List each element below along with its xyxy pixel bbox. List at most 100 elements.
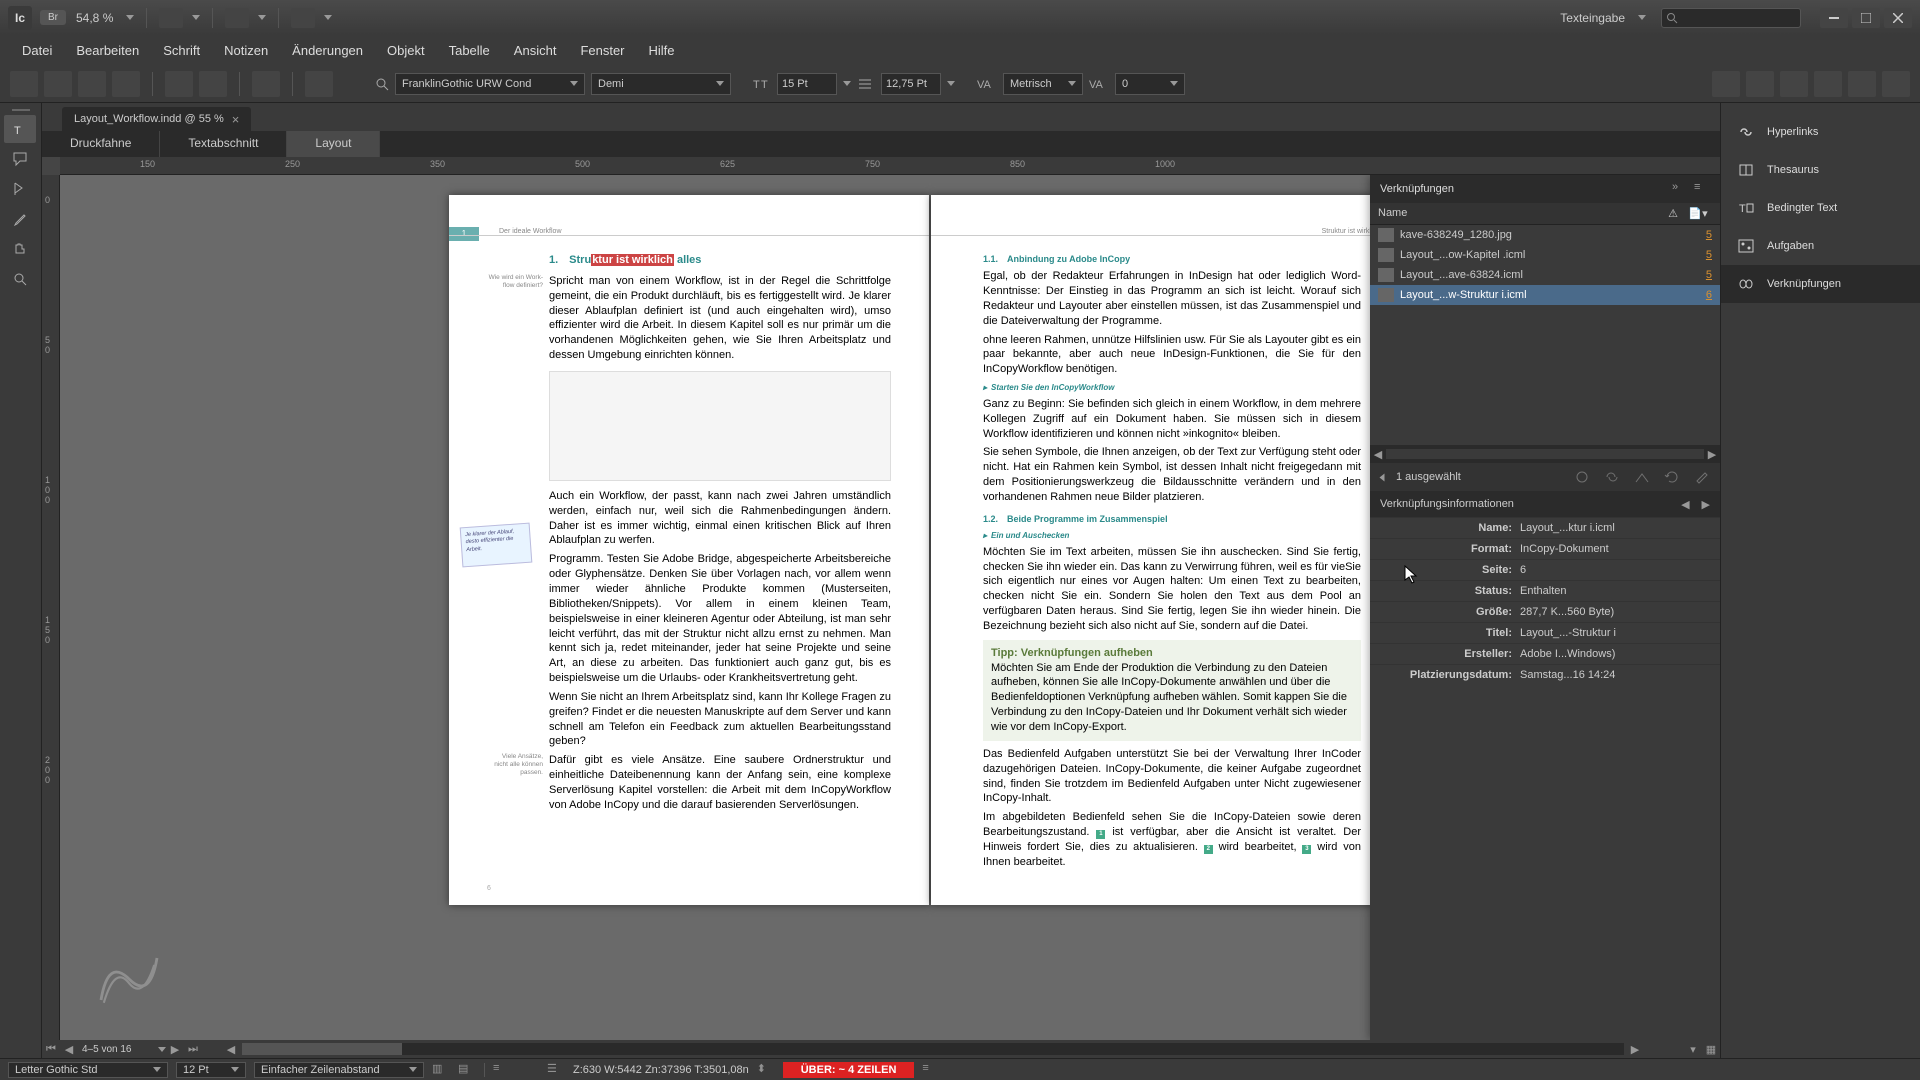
kerning-select[interactable]: Metrisch [1003,73,1083,95]
panel-shortcut-aufgaben[interactable]: Aufgaben [1721,227,1920,265]
copyfit-menu-icon[interactable]: ≡ [922,1062,940,1078]
workspace-switcher[interactable]: Texteingabe [1560,11,1625,25]
page-dropdown-icon[interactable] [158,1047,166,1052]
tile-grid-icon[interactable]: ▦ [1702,1043,1720,1056]
panel-shortcut-bedingter-text[interactable]: TBedingter Text [1721,189,1920,227]
close-button[interactable] [1884,8,1912,28]
menu-fenster[interactable]: Fenster [568,38,636,63]
prev-link-icon[interactable]: ◀ [1681,498,1689,511]
tile-split-icon[interactable]: ▾ [1684,1043,1702,1056]
bridge-button[interactable]: Br [40,10,66,25]
hscroll-track[interactable] [242,1043,1624,1055]
position-tool[interactable] [4,175,36,203]
maximize-button[interactable] [1852,8,1880,28]
copyfit-toggle-icon[interactable]: ⬍ [757,1062,775,1078]
hscroll-left-icon[interactable]: ◀ [222,1043,240,1056]
prev-page-icon[interactable]: ◀ [60,1043,78,1056]
scroll-left-icon[interactable]: ◀ [1370,448,1386,461]
menu-notizen[interactable]: Notizen [212,38,280,63]
link-page[interactable]: 5 [1692,269,1712,281]
tracking-input[interactable]: 0 [1115,73,1185,95]
font-size-input[interactable]: 15 Pt [777,73,837,95]
zoom-dropdown-icon[interactable] [126,15,134,20]
arrange-icon[interactable] [291,8,315,28]
page-indicator[interactable]: 4–5 von 16 [78,1044,158,1055]
copyfit-size-select[interactable]: 12 Pt [176,1062,246,1078]
eyedropper-tool[interactable] [4,205,36,233]
screen-mode-dropdown[interactable] [192,15,200,20]
view-tab-textabschnitt[interactable]: Textabschnitt [160,131,287,157]
justify-all-icon[interactable] [1848,71,1876,97]
spellcheck-icon[interactable] [199,71,227,97]
panel-shortcut-thesaurus[interactable]: Thesaurus [1721,151,1920,189]
panel-menu-icon[interactable] [305,71,333,97]
save-icon[interactable] [78,71,106,97]
depth-icon[interactable]: ▤ [458,1062,476,1078]
document-tab[interactable]: Layout_Workflow.indd @ 55 % × [62,107,251,132]
menu-objekt[interactable]: Objekt [375,38,437,63]
open-icon[interactable] [44,71,72,97]
menu-schrift[interactable]: Schrift [151,38,212,63]
view-options-icon[interactable] [225,8,249,28]
link-info-header[interactable]: Verknüpfungsinformationen ◀ ▶ [1370,491,1720,517]
control-menu-icon[interactable] [1882,71,1910,97]
panel-menu-icon[interactable]: ≡ [1694,181,1710,197]
relink-cc-icon[interactable] [1572,468,1592,486]
menu-bearbeiten[interactable]: Bearbeiten [64,38,151,63]
page-right[interactable]: Struktur ist wirkl 1.1. Anbindung zu Ado… [931,195,1411,905]
new-doc-icon[interactable] [10,71,38,97]
view-tab-layout[interactable]: Layout [287,131,380,157]
hand-tool[interactable] [4,235,36,263]
links-panel-header[interactable]: Verknüpfungen » ≡ [1370,175,1720,203]
columns-icon[interactable]: ▥ [432,1062,450,1078]
link-row[interactable]: kave-638249_1280.jpg5 [1370,225,1720,245]
column-page-icon[interactable]: 📄▾ [1684,207,1712,220]
hscroll-thumb[interactable] [242,1043,402,1055]
screen-mode-icon[interactable] [159,8,183,28]
scroll-right-icon[interactable]: ▶ [1704,448,1720,461]
collapse-panel-icon[interactable]: » [1672,181,1688,197]
font-family-select[interactable]: FranklinGothic URW Cond [395,73,585,95]
note-tool[interactable] [4,145,36,173]
page-left[interactable]: 1 Der ideale Workflow 1. Struktur ist wi… [449,195,929,905]
view-tab-druckfahne[interactable]: Druckfahne [42,131,160,157]
menu-datei[interactable]: Datei [10,38,64,63]
line-count-icon[interactable]: ≡ [493,1062,511,1078]
font-weight-select[interactable]: Demi [591,73,731,95]
view-options-dropdown[interactable] [258,15,266,20]
next-link-icon[interactable]: ▶ [1702,498,1710,511]
link-row[interactable]: Layout_...ave-63824.icml5 [1370,265,1720,285]
arrange-dropdown[interactable] [324,15,332,20]
justify-left-icon[interactable] [1814,71,1842,97]
link-row[interactable]: Layout_...w-Struktur i.icml6 [1370,285,1720,305]
copyfit-font-select[interactable]: Letter Gothic Std [8,1062,168,1078]
leading-input[interactable]: 12,75 Pt [881,73,941,95]
align-right-icon[interactable] [1780,71,1808,97]
link-page[interactable]: 5 [1692,249,1712,261]
edit-original-icon[interactable] [1692,468,1712,486]
update-link-icon[interactable] [1662,468,1682,486]
hscroll-right-icon[interactable]: ▶ [1626,1043,1644,1056]
menu-tabelle[interactable]: Tabelle [437,38,502,63]
nav-prev-icon[interactable] [1380,473,1385,481]
menu-ansicht[interactable]: Ansicht [502,38,569,63]
next-page-icon[interactable]: ▶ [166,1043,184,1056]
canvas[interactable]: 1 Der ideale Workflow 1. Struktur ist wi… [60,175,1720,1040]
find-icon[interactable] [165,71,193,97]
align-left-icon[interactable] [1712,71,1740,97]
leading-stepper[interactable] [947,81,955,86]
links-hscroll[interactable]: ◀ ▶ [1370,445,1720,463]
last-page-icon[interactable]: ⏭ [184,1043,202,1056]
show-hidden-chars-icon[interactable] [252,71,280,97]
tool-panel-grip[interactable] [4,107,37,113]
align-center-icon[interactable] [1746,71,1774,97]
column-name[interactable]: Name [1378,207,1662,220]
zoom-level[interactable]: 54,8 % [76,11,113,25]
panel-shortcut-verknüpfungen[interactable]: Verknüpfungen [1721,265,1920,303]
panel-shortcut-hyperlinks[interactable]: Hyperlinks [1721,113,1920,151]
help-search[interactable] [1661,8,1801,28]
font-size-stepper[interactable] [843,81,851,86]
stats-icon[interactable]: ☰ [547,1062,565,1078]
menu-änderungen[interactable]: Änderungen [280,38,375,63]
link-row[interactable]: Layout_...ow-Kapitel .icml5 [1370,245,1720,265]
